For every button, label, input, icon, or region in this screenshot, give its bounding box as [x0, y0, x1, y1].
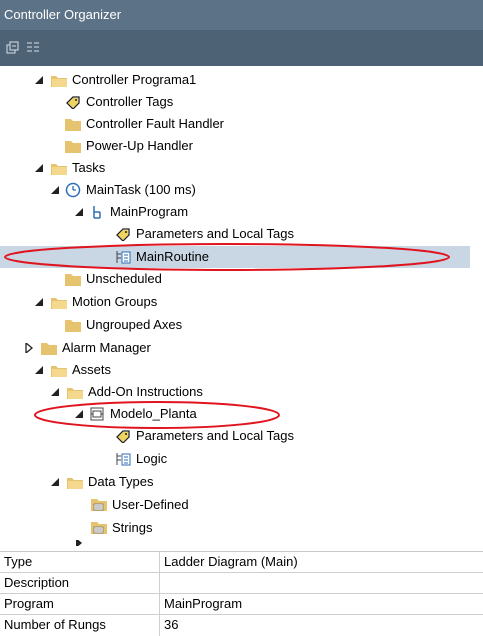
- tree-item-params-local-tags[interactable]: Parameters and Local Tags: [114, 223, 294, 245]
- folder-icon: [40, 340, 58, 356]
- expanded-arrow-icon[interactable]: [50, 185, 60, 195]
- collapsed-arrow-icon[interactable]: [24, 343, 34, 353]
- open-folder-icon: [50, 362, 68, 378]
- properties-panel: Type Ladder Diagram (Main) Description P…: [0, 551, 483, 636]
- property-value: Ladder Diagram (Main): [164, 554, 298, 569]
- column-divider: [159, 552, 160, 573]
- tree-item-motion-groups[interactable]: Motion Groups: [34, 291, 157, 313]
- property-row: Description: [0, 573, 483, 594]
- tree-item-tasks[interactable]: Tasks: [34, 157, 105, 179]
- tree-item-label: Controller Programa1: [72, 72, 197, 87]
- tree-item-logic[interactable]: Logic: [114, 448, 167, 470]
- folder-icon: [64, 138, 82, 154]
- tree-item-ungrouped-axes[interactable]: Ungrouped Axes: [64, 314, 182, 336]
- tree-item-label: Alarm Manager: [62, 340, 151, 355]
- toolbar: [0, 30, 483, 66]
- open-folder-icon: [66, 474, 84, 490]
- tree-item-modelo-planta[interactable]: Modelo_Planta: [74, 403, 197, 425]
- tree-item-controller[interactable]: Controller Programa1: [34, 69, 196, 91]
- tree-item-partial: [74, 540, 84, 546]
- data-type-folder-icon: [90, 497, 108, 513]
- tree-item-main-program[interactable]: MainProgram: [74, 201, 188, 223]
- tree-item-label: Parameters and Local Tags: [136, 428, 295, 443]
- open-folder-icon: [50, 294, 68, 310]
- property-key: Type: [4, 554, 33, 569]
- tree-item-main-routine[interactable]: MainRoutine: [114, 246, 209, 268]
- tree-item-label: User-Defined: [112, 497, 189, 512]
- ladder-routine-icon: [114, 249, 132, 265]
- tree-item-strings[interactable]: Strings: [90, 517, 152, 539]
- expanded-arrow-icon[interactable]: [50, 477, 60, 487]
- expanded-arrow-icon[interactable]: [34, 75, 44, 85]
- tree-item-label: Motion Groups: [72, 294, 158, 309]
- tree-item-label: MainRoutine: [136, 249, 209, 264]
- property-value: MainProgram: [164, 596, 243, 611]
- tree-item-alarm-manager[interactable]: Alarm Manager: [24, 337, 151, 359]
- property-key: Description: [4, 575, 70, 590]
- tree-item-main-task[interactable]: MainTask (100 ms): [50, 179, 196, 201]
- tree-item-label: Add-On Instructions: [88, 384, 203, 399]
- property-key: Program: [4, 596, 54, 611]
- collapsed-arrow-icon: [74, 540, 84, 546]
- expanded-arrow-icon[interactable]: [34, 297, 44, 307]
- collapse-all-icon[interactable]: [6, 41, 20, 55]
- selection-highlight: [0, 246, 470, 268]
- tree-item-add-on-instructions[interactable]: Add-On Instructions: [50, 381, 203, 403]
- tree-item-label: MainProgram: [110, 204, 189, 219]
- clock-icon: [64, 182, 82, 198]
- open-folder-icon: [50, 160, 68, 176]
- tree-item-label: Controller Fault Handler: [86, 116, 225, 131]
- tree-item-label: Controller Tags: [86, 94, 174, 109]
- tree-item-params-local-tags-aoi[interactable]: Parameters and Local Tags: [114, 425, 294, 447]
- tree-item-fault-handler[interactable]: Controller Fault Handler: [64, 113, 224, 135]
- expanded-arrow-icon[interactable]: [34, 365, 44, 375]
- expanded-arrow-icon[interactable]: [74, 409, 84, 419]
- tree-item-controller-tags[interactable]: Controller Tags: [64, 91, 173, 113]
- window-title: Controller Organizer: [0, 0, 483, 30]
- ladder-routine-icon: [114, 451, 132, 467]
- expanded-arrow-icon[interactable]: [50, 387, 60, 397]
- tree-item-assets[interactable]: Assets: [34, 359, 111, 381]
- program-icon: [88, 204, 106, 220]
- expanded-arrow-icon[interactable]: [74, 207, 84, 217]
- tree-item-label: Power-Up Handler: [86, 138, 193, 153]
- property-row: Type Ladder Diagram (Main): [0, 552, 483, 573]
- tree-item-label: Modelo_Planta: [110, 406, 197, 421]
- column-divider: [159, 594, 160, 615]
- tree-item-label: Unscheduled: [86, 271, 162, 286]
- tree-item-label: Assets: [72, 362, 112, 377]
- folder-icon: [64, 317, 82, 333]
- tree-item-label: Tasks: [72, 160, 106, 175]
- tag-icon: [114, 226, 132, 242]
- folder-icon: [64, 116, 82, 132]
- open-folder-icon: [50, 72, 68, 88]
- tree-item-label: Data Types: [88, 474, 154, 489]
- property-value: 36: [164, 617, 179, 632]
- tree-item-label: Logic: [136, 451, 168, 466]
- tree-item-user-defined[interactable]: User-Defined: [90, 494, 189, 516]
- folder-icon: [64, 271, 82, 287]
- data-type-folder-icon: [90, 520, 108, 536]
- tree-item-data-types[interactable]: Data Types: [50, 471, 154, 493]
- tree-item-powerup-handler[interactable]: Power-Up Handler: [64, 135, 193, 157]
- tree-item-label: Ungrouped Axes: [86, 317, 183, 332]
- add-on-instruction-icon: [88, 406, 106, 422]
- expanded-arrow-icon[interactable]: [34, 163, 44, 173]
- property-key: Number of Rungs: [4, 617, 106, 632]
- tree-item-label: Parameters and Local Tags: [136, 226, 295, 241]
- expand-all-icon[interactable]: [26, 41, 40, 55]
- open-folder-icon: [66, 384, 84, 400]
- column-divider: [159, 573, 160, 594]
- tree-item-label: Strings: [112, 520, 153, 535]
- tag-icon: [114, 428, 132, 444]
- tree-item-label: MainTask (100 ms): [86, 182, 196, 197]
- property-row: Program MainProgram: [0, 594, 483, 615]
- tag-icon: [64, 94, 82, 110]
- tree-item-unscheduled[interactable]: Unscheduled: [64, 268, 162, 290]
- controller-organizer-tree: Controller Programa1 Controller Tags Con…: [0, 66, 483, 546]
